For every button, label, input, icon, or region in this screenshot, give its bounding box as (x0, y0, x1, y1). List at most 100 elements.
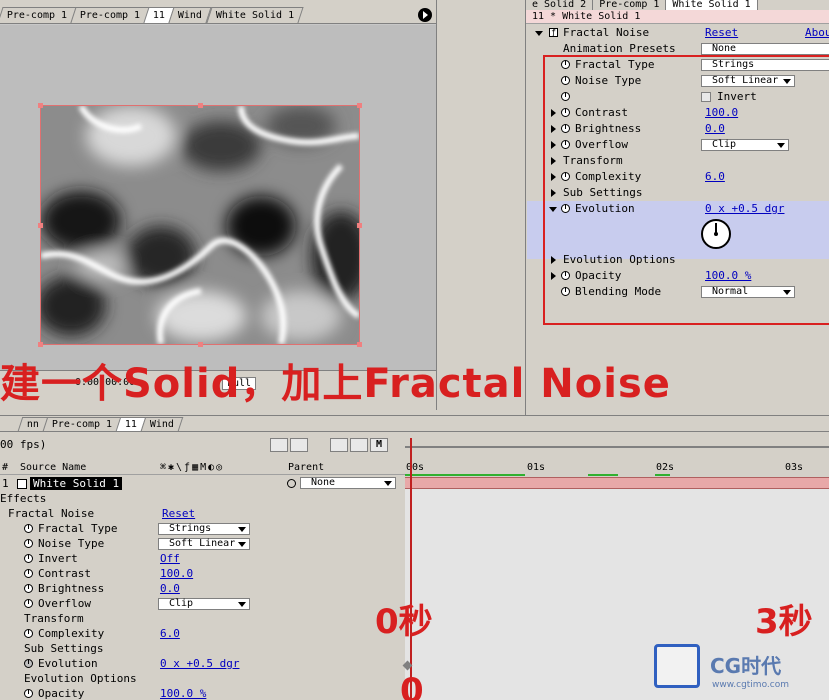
col-source-header[interactable]: Source Name (20, 461, 86, 475)
expand-arrow-icon[interactable] (551, 109, 556, 117)
collapse-arrow-icon[interactable] (535, 31, 543, 36)
fx-tab-solid-2[interactable]: e Solid 2 (526, 0, 594, 10)
fx-invert-checkbox[interactable] (701, 92, 711, 102)
tl-invert-value[interactable]: Off (160, 551, 180, 566)
frame-blend-icon[interactable] (350, 438, 368, 452)
comp-tab-precomp-a[interactable]: Pre-comp 1 (0, 7, 77, 23)
tl-effects-group[interactable]: Effects (0, 491, 405, 506)
fx-opacity-value[interactable]: 100.0 % (705, 268, 751, 284)
fx-brightness-value[interactable]: 0.0 (705, 121, 725, 137)
fx-fractal-type-dropdown[interactable]: Strings (701, 59, 829, 71)
stopwatch-active-icon[interactable] (24, 659, 33, 668)
fx-tab-precomp[interactable]: Pre-comp 1 (593, 0, 667, 10)
layer-handle-bl[interactable] (38, 342, 43, 347)
tl-evolution-value[interactable]: 0 x +0.5 dgr (160, 656, 239, 671)
work-area-bar[interactable] (405, 446, 829, 448)
comp-tab-white-solid[interactable]: White Solid 1 (205, 7, 304, 23)
comp-flowchart-icon[interactable] (270, 438, 288, 452)
stopwatch-icon[interactable] (561, 271, 570, 280)
tl-effect-header[interactable]: Fractal Noise Reset (0, 506, 405, 521)
stopwatch-icon[interactable] (561, 204, 570, 213)
layer-handle-br[interactable] (357, 342, 362, 347)
fx-enable-icon[interactable]: ƒ (549, 28, 558, 37)
expand-arrow-icon[interactable] (551, 272, 556, 280)
layer-handle-tl[interactable] (38, 103, 43, 108)
tl-opacity-value[interactable]: 100.0 % (160, 686, 206, 700)
time-ruler[interactable]: 00s 01s 02s 03s (405, 438, 829, 476)
render-icon[interactable] (290, 438, 308, 452)
stopwatch-icon[interactable] (24, 554, 33, 563)
evolution-angle-dial[interactable] (701, 219, 731, 249)
expand-arrow-icon[interactable] (551, 189, 556, 197)
stopwatch-icon[interactable] (561, 76, 570, 85)
tl-tab-precomp[interactable]: Pre-comp 1 (42, 417, 122, 431)
current-time-indicator[interactable] (410, 438, 412, 700)
tl-fractal-type-dropdown[interactable]: Strings (158, 523, 250, 535)
layer-handle-t[interactable] (198, 103, 203, 108)
fx-complexity-value[interactable]: 6.0 (705, 169, 725, 185)
fx-contrast-value[interactable]: 100.0 (705, 105, 738, 121)
comp-tab-precomp-b[interactable]: Pre-comp 1 (70, 7, 151, 23)
tl-reset-link[interactable]: Reset (162, 506, 195, 521)
layer-handle-tr[interactable] (357, 103, 362, 108)
fx-reset-link[interactable]: Reset (705, 25, 738, 41)
stopwatch-icon[interactable] (24, 689, 33, 698)
fx-row-transform[interactable]: Transform (527, 153, 829, 169)
fx-noise-type-dropdown[interactable]: Soft Linear (701, 75, 795, 87)
tl-overflow-dropdown[interactable]: Clip (158, 598, 250, 610)
layer-color-swatch[interactable] (17, 479, 27, 489)
fx-evolution-value[interactable]: 0 x +0.5 dgr (705, 201, 784, 217)
stopwatch-icon[interactable] (24, 569, 33, 578)
tl-noise-type-dropdown[interactable]: Soft Linear (158, 538, 250, 550)
fx-row-sub-settings[interactable]: Sub Settings (527, 185, 829, 201)
stopwatch-icon[interactable] (561, 140, 570, 149)
tl-row-sub-settings[interactable]: Sub Settings (0, 641, 405, 656)
comp-tab-scroll-arrow-icon[interactable] (418, 8, 432, 22)
stopwatch-icon[interactable] (561, 287, 570, 296)
expand-arrow-icon[interactable] (551, 173, 556, 181)
stopwatch-icon[interactable] (561, 172, 570, 181)
comp-viewer[interactable] (0, 25, 436, 370)
layer-duration-bar[interactable] (405, 477, 829, 489)
layer-parent-dropdown[interactable]: None (300, 477, 396, 489)
stopwatch-icon[interactable] (561, 108, 570, 117)
stopwatch-icon[interactable] (561, 60, 570, 69)
stopwatch-icon[interactable] (24, 539, 33, 548)
stopwatch-icon[interactable] (561, 124, 570, 133)
col-parent-header[interactable]: Parent (288, 461, 324, 475)
fx-overflow-dropdown[interactable]: Clip (701, 139, 789, 151)
expand-arrow-icon[interactable] (551, 256, 556, 264)
stopwatch-icon[interactable] (24, 524, 33, 533)
tl-row-transform[interactable]: Transform (0, 611, 405, 626)
layer-handle-l[interactable] (38, 223, 43, 228)
tl-complexity-value[interactable]: 6.0 (160, 626, 180, 641)
stopwatch-icon[interactable] (561, 92, 570, 101)
fx-tab-white-solid[interactable]: White Solid 1 (666, 0, 758, 10)
layer-handle-r[interactable] (357, 223, 362, 228)
layer-name[interactable]: White Solid 1 (30, 477, 123, 490)
fx-presets-dropdown[interactable]: None (701, 43, 829, 55)
stopwatch-icon[interactable] (24, 599, 33, 608)
expand-arrow-icon[interactable] (551, 157, 556, 165)
tl-brightness-value[interactable]: 0.0 (160, 581, 180, 596)
tl-brightness-label: Brightness (38, 582, 105, 595)
comp-tab-wind[interactable]: Wind (168, 7, 213, 23)
shy-icon[interactable] (330, 438, 348, 452)
fx-about-link[interactable]: About (805, 25, 829, 41)
fx-row-evolution-options[interactable]: Evolution Options (527, 252, 829, 268)
fx-blending-mode-dropdown[interactable]: Normal (701, 286, 795, 298)
fx-effect-header[interactable]: ƒ Fractal Noise Reset About (527, 25, 829, 41)
expand-arrow-icon[interactable] (551, 141, 556, 149)
fractal-noise-layer-preview[interactable] (36, 103, 371, 347)
stopwatch-icon[interactable] (24, 629, 33, 638)
layer-handle-b[interactable] (198, 342, 203, 347)
tl-tab-wind[interactable]: Wind (141, 417, 184, 431)
collapse-arrow-icon[interactable] (549, 207, 557, 212)
motion-blur-icon[interactable]: M (370, 438, 388, 452)
expand-arrow-icon[interactable] (551, 125, 556, 133)
tl-row-evolution-options[interactable]: Evolution Options (0, 671, 405, 686)
stopwatch-icon[interactable] (24, 584, 33, 593)
pickwhip-icon[interactable] (287, 479, 296, 488)
tl-contrast-value[interactable]: 100.0 (160, 566, 193, 581)
table-row[interactable]: 1 White Solid 1 None (0, 476, 405, 491)
